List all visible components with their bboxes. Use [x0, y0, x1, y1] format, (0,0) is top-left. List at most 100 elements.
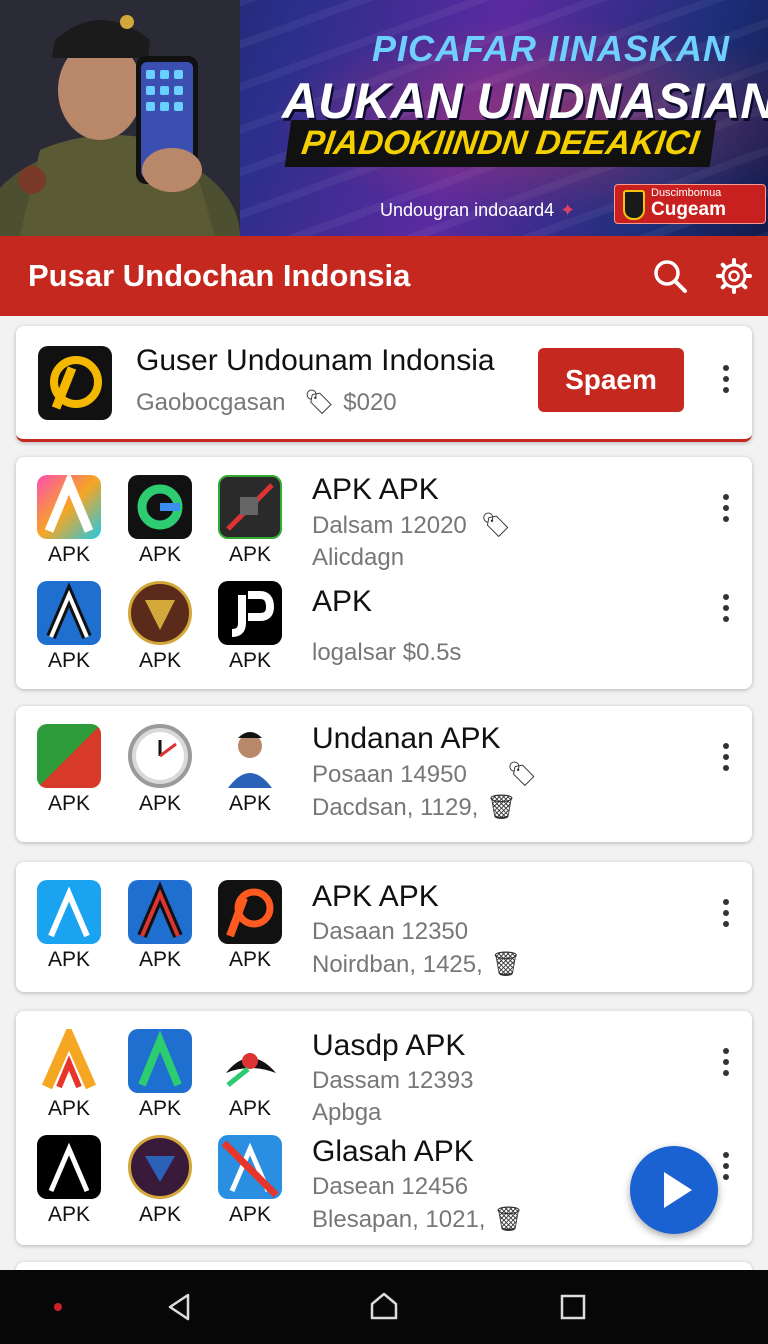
app-tile[interactable]: APK: [34, 1029, 104, 1121]
app-group-card: APK APK APK APK APK Dasaan 12350 Noirdba…: [16, 862, 752, 992]
banner-badge[interactable]: Duscimbomua Cugeam: [614, 184, 766, 224]
app-tile[interactable]: APK: [215, 1135, 285, 1227]
app-label: APK: [228, 1203, 272, 1226]
more-icon[interactable]: [716, 896, 736, 932]
app-label: APK: [228, 1097, 272, 1120]
app-meta-text: Posaan 14950: [312, 761, 467, 788]
app-entry: Undanan APK Posaan 14950 🏷 Dacdsan, 1129,…: [312, 722, 537, 822]
more-icon[interactable]: [716, 1045, 736, 1081]
app-label: APK: [138, 792, 182, 815]
app-tile[interactable]: APK: [34, 475, 104, 567]
shield-icon: [623, 190, 645, 220]
app-tile[interactable]: APK: [125, 475, 195, 567]
trash-icon: 🗑: [490, 951, 522, 978]
trash-icon: 🗑: [486, 794, 517, 821]
app-tile[interactable]: APK: [215, 475, 285, 567]
jp-logo-icon: [218, 581, 282, 645]
app-tile[interactable]: APK: [125, 1135, 195, 1227]
app-detail-text: Noirdban, 1425,: [312, 951, 483, 978]
more-icon[interactable]: [716, 1149, 736, 1185]
more-icon[interactable]: [716, 740, 736, 776]
back-icon[interactable]: [164, 1292, 194, 1322]
banner-caption-text: Undougran indoaard4: [380, 200, 555, 220]
app-label: APK: [228, 649, 272, 672]
app-tile[interactable]: APK: [34, 880, 104, 972]
spaem-button[interactable]: Spaem: [538, 348, 684, 412]
app-meta-text: Dalsam 12020: [312, 512, 467, 539]
app-tile[interactable]: APK: [215, 880, 285, 972]
crest-logo-icon: [128, 581, 192, 645]
p-logo-icon: [50, 356, 102, 410]
app-entry: APK APK Dalsam 12020 🏷 Alicdagn: [312, 473, 511, 572]
app-title: APK: [312, 585, 373, 618]
badge-title: Cugeam: [651, 199, 726, 220]
app-meta: Posaan 14950 🏷: [312, 760, 537, 789]
search-icon[interactable]: [650, 256, 690, 296]
clock-icon: [128, 724, 192, 788]
featured-app-name: Guser Undounam Indonsia: [136, 344, 495, 377]
featured-app-meta: Gaobocgasan 🏷 $020: [136, 388, 495, 417]
app-detail: Dacdsan, 1129, 🗑: [312, 793, 537, 822]
featured-app-card[interactable]: Guser Undounam Indonsia Gaobocgasan 🏷 $0…: [16, 326, 752, 442]
app-tile[interactable]: APK: [125, 880, 195, 972]
system-nav-bar: [0, 1270, 768, 1344]
page-title: Pusar Undochan Indonsia: [28, 258, 411, 293]
app-label: APK: [47, 948, 91, 971]
app-label: APK: [47, 649, 91, 672]
a-logo-icon: [218, 1135, 282, 1199]
recents-icon[interactable]: [560, 1294, 586, 1320]
badge-small-text: Duscimbomua: [651, 187, 722, 199]
promo-banner[interactable]: PICAFAR IINASKAN AUKAN UNDNASIAN PIADOKI…: [0, 0, 768, 236]
banner-headline-top: PICAFAR IINASKAN: [372, 28, 731, 69]
app-meta: Dassam 12393: [312, 1067, 474, 1094]
app-title: APK APK: [312, 880, 439, 913]
banner-caption: Undougran indoaard4 ✦: [380, 200, 575, 221]
banner-headline-sub: PIADOKIINDN DEEAKICI: [284, 120, 717, 167]
avatar-icon: [218, 724, 282, 788]
app-title: Undanan APK: [312, 722, 501, 755]
a-logo-icon: [128, 880, 192, 944]
play-button[interactable]: [630, 1146, 718, 1234]
app-tile[interactable]: APK: [125, 1029, 195, 1121]
app-tile[interactable]: APK: [125, 581, 195, 673]
app-label: APK: [138, 948, 182, 971]
app-label: APK: [228, 543, 272, 566]
a-logo-icon: [37, 1029, 101, 1093]
app-label: APK: [138, 1203, 182, 1226]
app-tile[interactable]: APK: [34, 724, 104, 816]
app-meta: Dasaan 12350: [312, 918, 469, 945]
app-detail-text: Blesapan, 1021,: [312, 1206, 486, 1233]
sparkle-icon: ✦: [560, 200, 576, 220]
app-label: APK: [47, 792, 91, 815]
tag-icon: 🏷: [480, 512, 512, 539]
recording-dot-icon: [54, 1303, 62, 1311]
app-toolbar: Pusar Undochan Indonsia: [0, 236, 768, 316]
bird-logo-icon: [218, 1029, 282, 1093]
app-group-card: APK APK APK APK APK APK APK APK Dalsam 1…: [16, 457, 752, 689]
app-tile[interactable]: APK: [215, 581, 285, 673]
app-tile[interactable]: APK: [215, 724, 285, 816]
app-title: APK APK: [312, 473, 439, 506]
gear-icon[interactable]: [714, 256, 754, 296]
home-icon[interactable]: [368, 1290, 400, 1322]
app-detail: Noirdban, 1425, 🗑: [312, 950, 521, 979]
app-label: APK: [228, 948, 272, 971]
flag-logo-icon: [37, 724, 101, 788]
app-tile[interactable]: APK: [34, 1135, 104, 1227]
app-label: APK: [47, 1203, 91, 1226]
app-detail: Blesapan, 1021, 🗑: [312, 1205, 524, 1234]
more-icon[interactable]: [716, 362, 736, 398]
app-tile[interactable]: APK: [215, 1029, 285, 1121]
a-logo-icon: [37, 581, 101, 645]
more-icon[interactable]: [716, 591, 736, 627]
more-icon[interactable]: [716, 491, 736, 527]
p-logo-icon: [218, 880, 282, 944]
app-label: APK: [138, 1097, 182, 1120]
app-tile[interactable]: APK: [34, 581, 104, 673]
a-logo-icon: [37, 475, 101, 539]
app-detail: Apbga: [312, 1099, 382, 1126]
soldier-photo: [0, 0, 240, 236]
app-detail: logalsar $0.5s: [312, 639, 462, 666]
app-title: Uasdp APK: [312, 1029, 466, 1062]
app-tile[interactable]: APK: [125, 724, 195, 816]
